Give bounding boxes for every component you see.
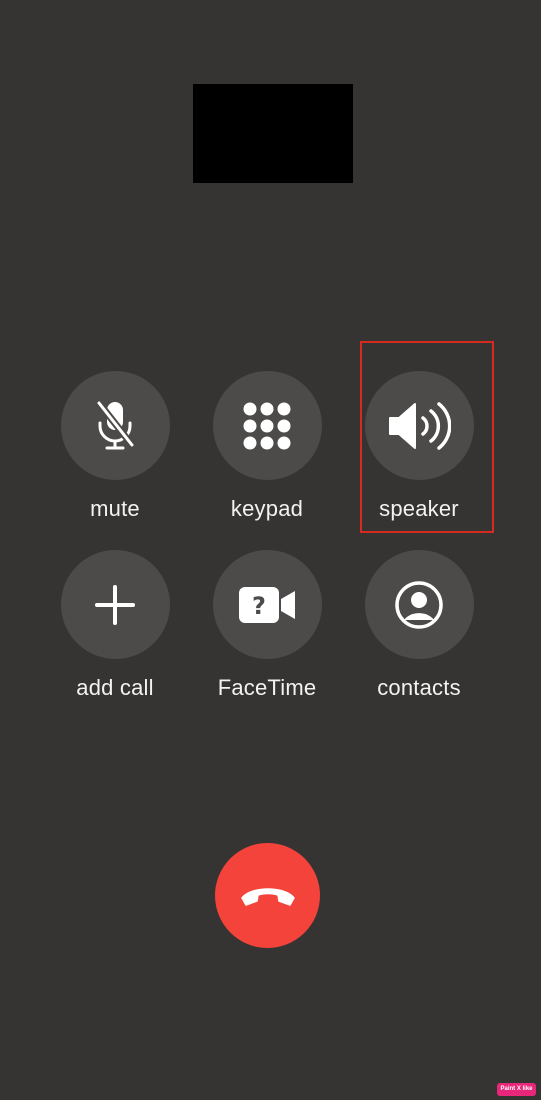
watermark-badge: Paint X like: [497, 1083, 536, 1096]
contacts-label: contacts: [377, 675, 461, 700]
add-call-label: add call: [76, 675, 154, 700]
svg-text:?: ?: [252, 592, 266, 620]
speaker-button[interactable]: speaker: [344, 371, 494, 521]
facetime-label: FaceTime: [217, 675, 317, 700]
mute-button[interactable]: mute: [40, 371, 190, 521]
video-question-icon: ?: [239, 586, 295, 623]
redacted-caller-info: [193, 84, 353, 183]
keypad-grid-icon: [243, 402, 291, 449]
plus-icon: [95, 584, 135, 625]
keypad-label: keypad: [230, 496, 304, 521]
person-circle-icon: [395, 580, 443, 629]
mic-slash-icon: [95, 399, 136, 449]
contacts-circle[interactable]: [364, 550, 474, 659]
add-call-button[interactable]: add call: [40, 550, 190, 700]
keypad-circle[interactable]: [212, 371, 322, 480]
speaker-circle[interactable]: [364, 371, 474, 480]
contacts-button[interactable]: contacts: [344, 550, 494, 700]
phone-hangup-icon: [240, 887, 295, 906]
speaker-wave-icon: [389, 401, 451, 450]
add-call-circle[interactable]: [60, 550, 170, 659]
keypad-button[interactable]: keypad: [192, 371, 342, 521]
facetime-circle[interactable]: ?: [212, 550, 322, 659]
speaker-label: speaker: [379, 496, 459, 521]
mute-circle[interactable]: [60, 371, 170, 480]
end-call-button[interactable]: [215, 843, 320, 948]
facetime-button[interactable]: ? FaceTime: [192, 550, 342, 700]
mute-label: mute: [90, 496, 140, 521]
